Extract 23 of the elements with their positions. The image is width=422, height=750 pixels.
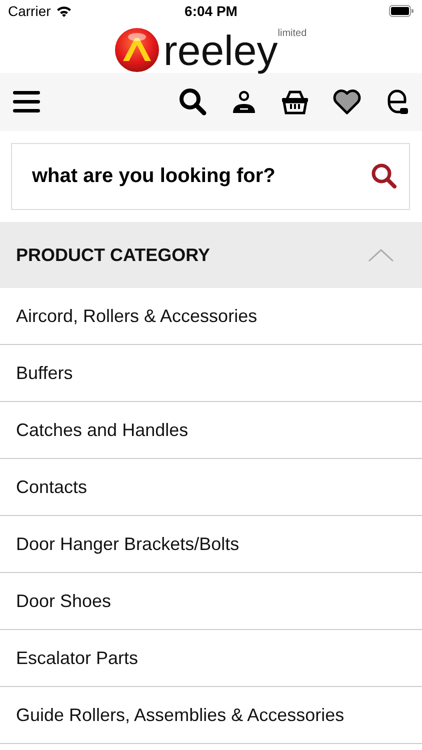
category-item[interactable]: Aircord, Rollers & Accessories xyxy=(0,288,422,345)
basket-button[interactable] xyxy=(281,89,309,115)
logo-text: reeley xyxy=(163,30,278,72)
support-button[interactable] xyxy=(385,89,409,115)
carrier-label: Carrier xyxy=(8,3,51,19)
category-item[interactable]: Guide Rollers, Assemblies & Accessories xyxy=(0,687,422,744)
logo-suffix: limited xyxy=(278,28,307,39)
wifi-icon xyxy=(56,5,72,17)
search-button[interactable] xyxy=(179,88,207,116)
menu-button[interactable] xyxy=(13,91,40,113)
category-item[interactable]: Door Hanger Brackets/Bolts xyxy=(0,516,422,573)
category-header[interactable]: PRODUCT CATEGORY xyxy=(0,222,422,288)
category-item[interactable]: Buffers xyxy=(0,345,422,402)
category-item[interactable]: Contacts xyxy=(0,459,422,516)
favorites-button[interactable] xyxy=(333,89,361,115)
category-item[interactable]: Escalator Parts xyxy=(0,630,422,687)
search-button[interactable] xyxy=(371,163,397,189)
time-label: 6:04 PM xyxy=(184,3,238,19)
battery-icon xyxy=(389,5,414,17)
account-button[interactable] xyxy=(231,89,257,115)
category-item[interactable]: Door Shoes xyxy=(0,573,422,630)
category-item[interactable]: Catches and Handles xyxy=(0,402,422,459)
search-field[interactable]: what are you looking for? xyxy=(11,143,410,210)
